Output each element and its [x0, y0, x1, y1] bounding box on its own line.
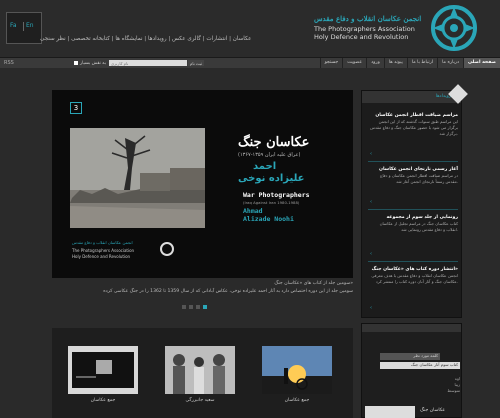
publisher-name-fa: انجمن عکاسان انقلاب و دفاع مقدس	[72, 240, 133, 245]
poll-option[interactable]: متوسط	[412, 388, 460, 394]
menu-item-about[interactable]: درباره ما	[437, 58, 463, 68]
news-panel: رویدادها مراسم ضیافت افطار انجمن عکاسان …	[361, 84, 468, 318]
news-body: این مراسم طبق سنوات گذشته که از این انجم…	[370, 119, 458, 136]
feature-subtitle-en: (Iraq Against Iran 1980-1988)	[243, 200, 300, 205]
remember-label: به نقش بسیار	[80, 60, 106, 66]
slider-pagination	[182, 305, 207, 309]
poll-header	[362, 324, 461, 332]
feature-subtitle-fa: (عراق علیه ایران ۱۳۵۹-۱۳۶۷)	[238, 152, 301, 158]
news-item[interactable]: انتشار دوره کتاب های «عکاسان جنگ» انجمن …	[368, 267, 458, 285]
site-header: Fa En انجمن عکاسان انقلاب و دفاع مقدس Th…	[0, 0, 500, 58]
gallery-thumb[interactable]	[262, 346, 332, 394]
feature-title-fa: عکاسان جنگ	[238, 135, 310, 150]
news-item[interactable]: رونمایی از جلد سوم از مجموعه کتاب عکاسان…	[368, 215, 458, 233]
poll-options: اوه زیبا متوسط	[412, 376, 460, 394]
feature-caption-title[interactable]: سومین جلد از کتاب های «عکاسان جنگ»	[52, 280, 353, 288]
chevron-left-icon[interactable]: ‹	[370, 199, 372, 205]
site-title-en-line2: Holy Defence and Revolution	[314, 33, 409, 41]
news-divider	[368, 261, 458, 262]
keyword-field[interactable]: کلمه مورد نظر	[380, 353, 440, 360]
publisher-name-en-line1: The Photographers Association	[72, 248, 135, 253]
slider-dot[interactable]	[182, 305, 186, 309]
feature-publisher-logo: انجمن عکاسان انقلاب و دفاع مقدس The Phot…	[72, 240, 182, 270]
gallery-label[interactable]: جمع عکاسان	[68, 398, 138, 403]
language-switcher: Fa En	[6, 12, 42, 44]
feature-author-fa-first: احمد	[253, 161, 277, 172]
lang-divider	[23, 22, 24, 31]
menu-item-contact[interactable]: ارتباط با ما	[406, 58, 437, 68]
book-label[interactable]: عکاسان جنگ	[420, 408, 445, 413]
gallery-label[interactable]: جمع عکاسان	[262, 398, 332, 403]
feature-photo	[70, 128, 205, 228]
publisher-name-en-line2: Holy Defence and Revolution	[72, 254, 131, 259]
register-button[interactable]: ثبت نام	[187, 60, 204, 66]
news-body: در مراسم ضیافت افطار انجمن عکاسان و دفاع…	[380, 173, 458, 184]
lang-fa-link[interactable]: Fa	[10, 22, 17, 29]
lang-en-link[interactable]: En	[26, 22, 34, 29]
gallery-card[interactable]: سعید جانبزرگی	[165, 346, 239, 418]
site-title-fa: انجمن عکاسان انقلاب و دفاع مقدس	[314, 14, 422, 23]
gallery-thumb[interactable]	[68, 346, 138, 394]
news-item[interactable]: آغاز رسمی نارنجای انجمن عکاسان در مراسم …	[368, 167, 458, 185]
feature-slide[interactable]: 3 عکاسان جنگ (عراق علیه ایران ۱۳۵۹-۱۳۶۷)…	[52, 90, 353, 278]
feature-title-en: War Photographers	[243, 191, 310, 199]
site-title-en-line1: The Photographers Association	[314, 25, 415, 33]
news-body: کتاب عکاسان جنگ در مراسم تجلیل از عکاسان…	[379, 221, 458, 232]
news-item[interactable]: مراسم ضیافت افطار انجمن عکاسان این مراسم…	[368, 113, 458, 137]
menu-item-membership[interactable]: عضویت	[342, 58, 366, 68]
feature-caption-body: سومین جلد از این دوره اختصاص دارد به آثا…	[103, 289, 353, 294]
slide-number-badge: 3	[70, 102, 82, 114]
menu-item-search[interactable]: جستجو	[319, 58, 343, 68]
feature-caption: سومین جلد از کتاب های «عکاسان جنگ» سومین…	[52, 280, 353, 296]
gallery-thumb[interactable]	[165, 346, 235, 394]
news-header: رویدادها	[362, 91, 461, 103]
remember-checkbox[interactable]	[74, 61, 78, 65]
search-poll-panel: کلمه مورد نظر کتاب سوم آثار عکاسان جنگ ا…	[361, 323, 462, 418]
header-nav[interactable]: عکاسان | انتشارات | گالری عکس | رویدادها…	[40, 36, 251, 42]
gallery-card[interactable]: جمع عکاسان	[262, 346, 336, 418]
username-input[interactable]	[108, 60, 187, 66]
chevron-left-icon[interactable]: ‹	[370, 251, 372, 257]
menu-bar: RSS به نقش بسیار ثبت نام صفحه اصلی دربار…	[0, 58, 500, 68]
login-row: به نقش بسیار ثبت نام	[74, 60, 204, 66]
news-body: انجمن عکاسان انقلاب و دفاع مقدس با هدف م…	[371, 273, 458, 284]
feature-author-en-last: Alizade Noohi	[243, 215, 294, 223]
menu-item-links[interactable]: پیوند ها	[383, 58, 407, 68]
menu-item-login[interactable]: ورود	[366, 58, 384, 68]
gallery-card[interactable]: جمع عکاسان	[68, 346, 142, 418]
news-divider	[368, 161, 458, 162]
chevron-left-icon[interactable]: ‹	[370, 305, 372, 311]
slider-dot[interactable]	[189, 305, 193, 309]
rss-link[interactable]: RSS	[4, 60, 14, 66]
news-divider	[368, 209, 458, 210]
gallery-strip: جمع عکاسان سعید جانبزرگی جمع عکاسان	[52, 328, 353, 418]
chevron-left-icon[interactable]: ‹	[370, 151, 372, 157]
publisher-logo-icon	[160, 242, 174, 256]
feature-author-fa-last: علیزاده نوخی	[238, 173, 305, 184]
association-logo-icon[interactable]	[431, 5, 477, 51]
feature-author-en-first: Ahmad	[243, 207, 263, 215]
book-select[interactable]: کتاب سوم آثار عکاسان جنگ	[380, 362, 460, 369]
gallery-label[interactable]: سعید جانبزرگی	[165, 398, 235, 403]
slider-dot[interactable]	[196, 305, 200, 309]
book-thumbnail[interactable]	[365, 406, 415, 418]
slider-dot-active[interactable]	[203, 305, 207, 309]
menu-item-home[interactable]: صفحه اصلی	[463, 58, 500, 68]
main-menu: صفحه اصلی درباره ما ارتباط با ما پیوند ه…	[319, 58, 500, 68]
